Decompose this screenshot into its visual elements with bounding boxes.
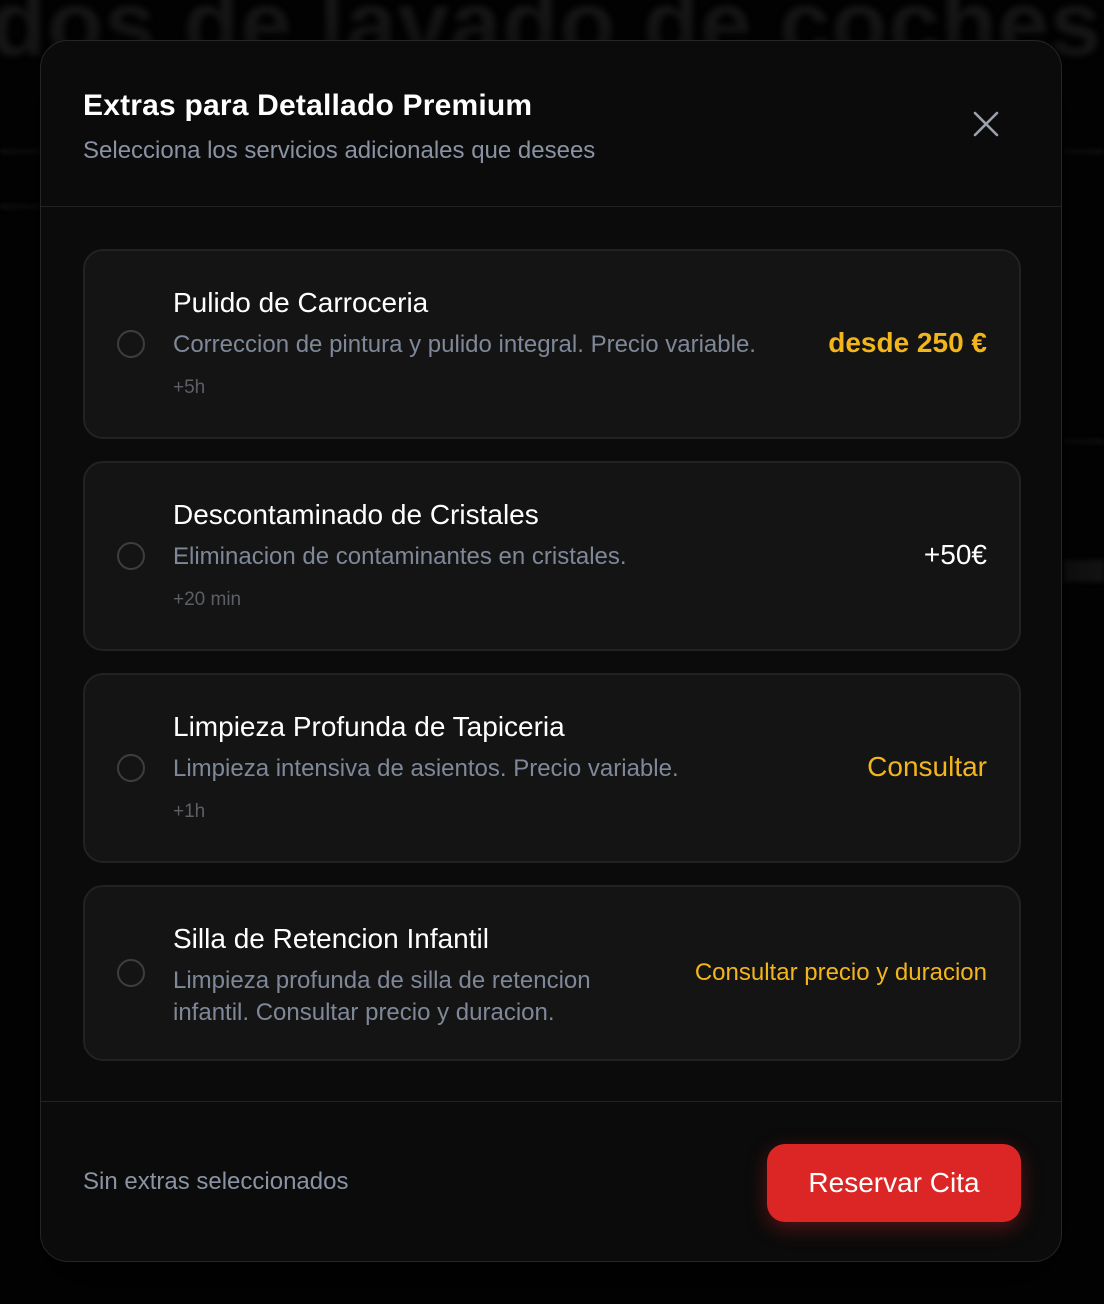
radio-button[interactable] bbox=[117, 542, 145, 570]
extra-option-limpieza-tapiceria[interactable]: Limpieza Profunda de Tapiceria Limpieza … bbox=[83, 673, 1021, 863]
extra-option-pulido-carroceria[interactable]: Pulido de Carroceria Correccion de pintu… bbox=[83, 249, 1021, 439]
close-icon bbox=[973, 111, 999, 137]
option-duration: +1h bbox=[173, 801, 206, 822]
extra-option-descontaminado-cristales[interactable]: Descontaminado de Cristales Eliminacion … bbox=[83, 461, 1021, 651]
option-description: Eliminacion de contaminantes en cristale… bbox=[173, 543, 627, 570]
option-description: Correccion de pintura y pulido integral.… bbox=[173, 331, 756, 358]
selection-status: Sin extras seleccionados bbox=[83, 1168, 349, 1195]
modal-footer: Sin extras seleccionados Reservar Cita bbox=[41, 1101, 1061, 1261]
option-name: Pulido de Carroceria bbox=[173, 287, 429, 318]
extra-option-silla-infantil[interactable]: Silla de Retencion Infantil Limpieza pro… bbox=[83, 885, 1021, 1061]
modal-subtitle: Selecciona los servicios adicionales que… bbox=[83, 137, 596, 164]
option-name: Silla de Retencion Infantil bbox=[173, 923, 489, 954]
option-description: Limpieza intensiva de asientos. Precio v… bbox=[173, 755, 679, 782]
option-name: Descontaminado de Cristales bbox=[173, 499, 539, 530]
option-name: Limpieza Profunda de Tapiceria bbox=[173, 711, 565, 742]
option-price: Consultar precio y duracion bbox=[694, 959, 987, 986]
option-price: +50€ bbox=[923, 539, 987, 570]
backdrop-decoration bbox=[1064, 150, 1104, 153]
radio-button[interactable] bbox=[117, 754, 145, 782]
extras-modal: Extras para Detallado Premium Selecciona… bbox=[40, 40, 1062, 1262]
option-duration: +5h bbox=[173, 377, 206, 398]
backdrop-decoration bbox=[0, 205, 40, 208]
modal-title: Extras para Detallado Premium bbox=[83, 89, 533, 122]
option-description: Limpieza profunda de silla de retencion … bbox=[173, 967, 591, 1026]
option-price: desde 250 € bbox=[828, 327, 987, 358]
option-duration: +20 min bbox=[173, 589, 242, 610]
reserve-button[interactable]: Reservar Cita bbox=[767, 1144, 1021, 1222]
radio-button[interactable] bbox=[117, 330, 145, 358]
close-button[interactable] bbox=[963, 101, 1009, 147]
extras-option-list: Pulido de Carroceria Correccion de pintu… bbox=[83, 249, 1021, 1083]
backdrop-decoration bbox=[1064, 560, 1104, 582]
modal-header: Extras para Detallado Premium Selecciona… bbox=[41, 41, 1061, 207]
backdrop-decoration bbox=[1064, 440, 1104, 443]
radio-button[interactable] bbox=[117, 959, 145, 987]
backdrop-decoration bbox=[0, 150, 40, 153]
option-price: Consultar bbox=[867, 751, 987, 782]
